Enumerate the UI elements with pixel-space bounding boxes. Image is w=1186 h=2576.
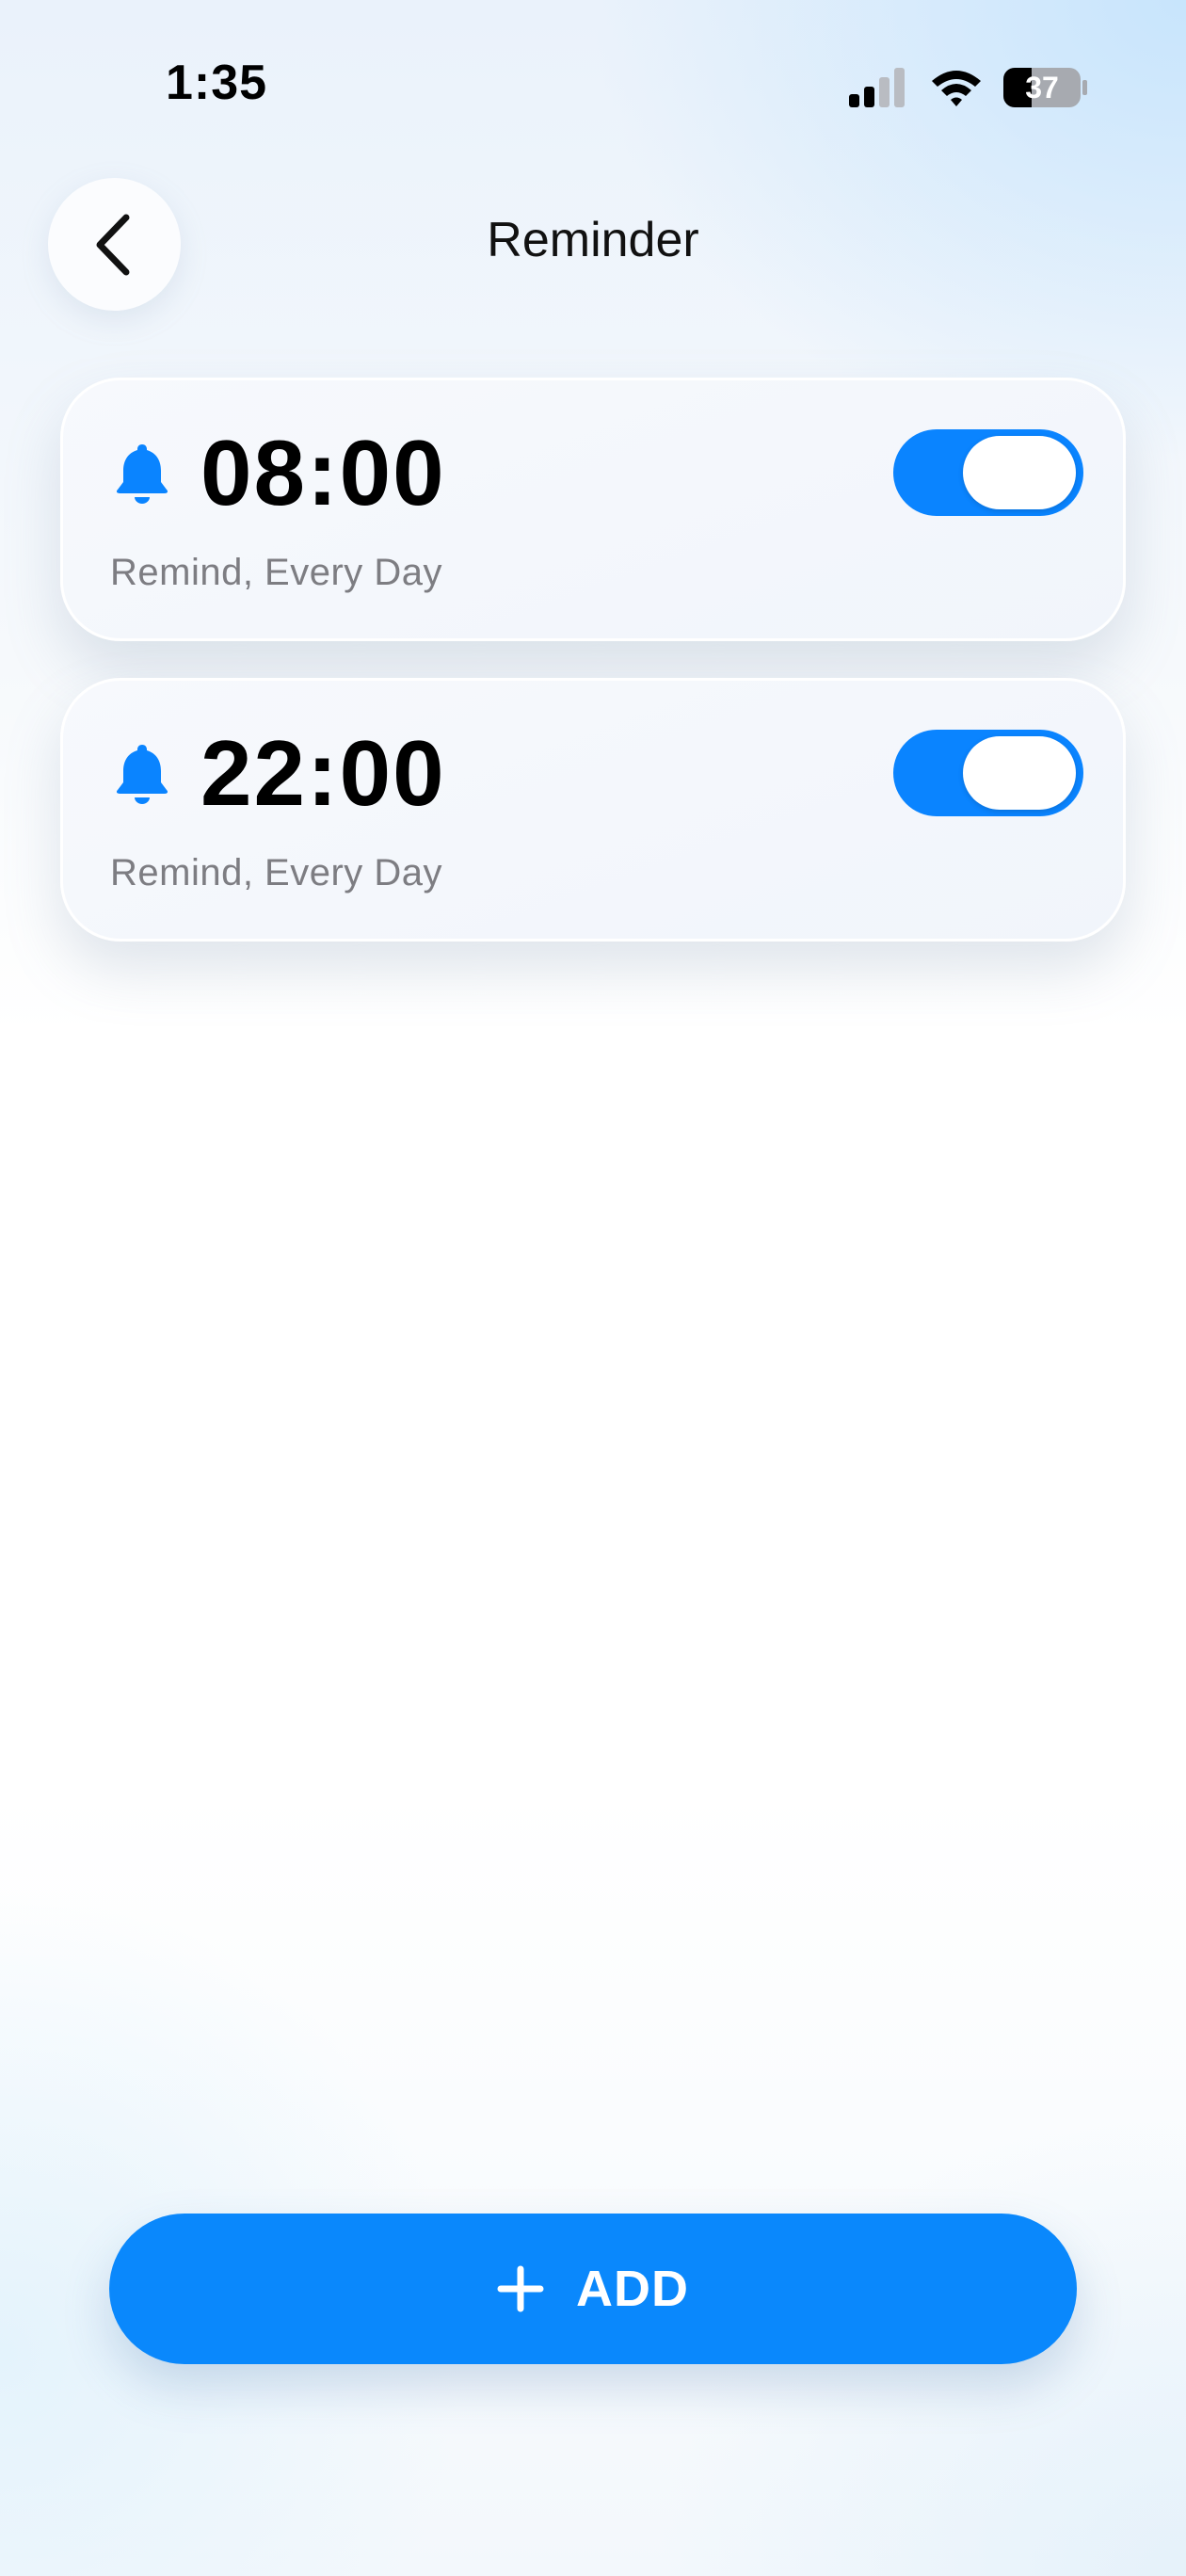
- toggle-knob: [963, 736, 1076, 810]
- bell-icon: [116, 745, 168, 804]
- reminder-time: 22:00: [200, 721, 446, 825]
- battery-level: 37: [1025, 71, 1059, 105]
- reminder-toggle[interactable]: [893, 429, 1083, 516]
- wifi-icon: [932, 71, 981, 106]
- cellular-signal-icon: [849, 68, 905, 107]
- status-time: 1:35: [166, 56, 268, 110]
- reminder-repeat-text: Remind, Every Day: [110, 852, 443, 894]
- reminder-card[interactable]: 08:00 Remind, Every Day: [60, 378, 1126, 641]
- bell-icon: [116, 444, 168, 504]
- reminder-toggle[interactable]: [893, 730, 1083, 816]
- add-button-label: ADD: [576, 2261, 689, 2317]
- reminder-repeat-text: Remind, Every Day: [110, 552, 443, 593]
- status-bar: 1:35 37: [0, 0, 1186, 169]
- reminder-time: 08:00: [200, 421, 446, 524]
- add-reminder-button[interactable]: ADD: [109, 2214, 1077, 2364]
- toggle-knob: [963, 436, 1076, 509]
- page-title: Reminder: [487, 213, 699, 267]
- plus-icon: [497, 2265, 544, 2312]
- reminder-card[interactable]: 22:00 Remind, Every Day: [60, 678, 1126, 942]
